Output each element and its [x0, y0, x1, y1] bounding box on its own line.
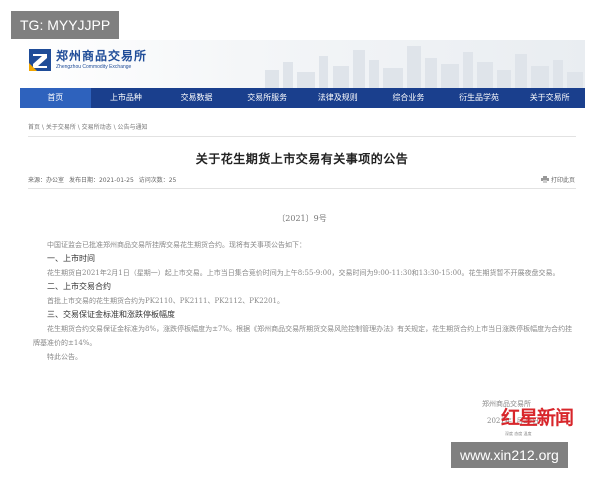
skyline-illustration	[265, 46, 583, 88]
article-meta: 来源：办公室 发布日期：2021-01-25 访问次数：25 打印此页	[28, 175, 576, 187]
nav-item-home[interactable]: 首页	[20, 88, 91, 108]
site-header: 郑州商品交易所 Zhengzhou Commodity Exchange	[20, 40, 585, 88]
nav-item-business[interactable]: 综合业务	[373, 88, 444, 108]
watermark-tag-top: TG: MYYJJPP	[11, 11, 120, 39]
main-nav: 首页 上市品种 交易数据 交易所服务 法律及规则 综合业务 衍生品学苑 关于交易…	[20, 88, 585, 108]
article-container: 首页 \ 关于交易所 \ 交易所动态 \ 公告与通知 关于花生期货上市交易有关事…	[28, 108, 576, 364]
divider	[28, 136, 576, 137]
nav-item-services[interactable]: 交易所服务	[232, 88, 303, 108]
section-paragraph: 花生期货自2021年2月1日（星期一）起上市交易。上市当日集合竞价时间为上午8:…	[47, 269, 560, 277]
logo-english: Zhengzhou Commodity Exchange	[56, 64, 132, 70]
document-number: 〔2021〕9号	[277, 214, 327, 223]
nav-item-academy[interactable]: 衍生品学苑	[444, 88, 515, 108]
news-watermark-subtitle: 深度 态度 温度	[505, 431, 532, 436]
breadcrumb[interactable]: 首页 \ 关于交易所 \ 交易所动态 \ 公告与通知	[28, 122, 576, 131]
logo-name: 郑州商品交易所	[56, 49, 148, 63]
article-title: 关于花生期货上市交易有关事项的公告	[195, 152, 409, 166]
article-publish-date: 发布日期：2021-01-25	[68, 177, 134, 184]
nav-item-products[interactable]: 上市品种	[91, 88, 162, 108]
exchange-logo-icon	[29, 49, 51, 71]
section-heading: 一、上市时间	[47, 254, 95, 263]
section-heading: 二、上市交易合约	[47, 282, 111, 291]
print-label: 打印此页	[550, 177, 575, 184]
nav-item-trading-data[interactable]: 交易数据	[161, 88, 232, 108]
nav-item-about[interactable]: 关于交易所	[514, 88, 585, 108]
section-heading: 三、交易保证金标准和涨跌停板幅度	[47, 310, 175, 319]
article-body: 中国证监会已批准郑州商品交易所挂牌交易花生期货合约。现将有关事项公告如下： 一、…	[28, 238, 576, 364]
section-paragraph: 首批上市交易的花生期货合约为PK2110、PK2111、PK2112、PK220…	[47, 297, 285, 305]
divider	[28, 188, 576, 189]
print-icon	[540, 176, 549, 183]
print-button[interactable]: 打印此页	[540, 175, 575, 184]
closing-line: 特此公告。	[47, 353, 82, 361]
news-watermark-logo: 红星新闻 深度 态度 温度	[501, 401, 583, 445]
article-source: 来源：办公室	[28, 177, 65, 184]
exchange-logo[interactable]: 郑州商品交易所 Zhengzhou Commodity Exchange	[29, 49, 147, 71]
watermark-tag-bottom: www.xin212.org	[451, 442, 568, 468]
nav-item-rules[interactable]: 法律及规则	[303, 88, 374, 108]
article-views: 访问次数：25	[138, 177, 177, 184]
news-watermark-brand: 红星新闻	[501, 407, 574, 429]
article-intro: 中国证监会已批准郑州商品交易所挂牌交易花生期货合约。现将有关事项公告如下：	[47, 241, 306, 249]
section-paragraph: 花生期货合约交易保证金标准为8%，涨跌停板幅度为±7%。根据《郑州商品交易所期货…	[33, 325, 573, 347]
